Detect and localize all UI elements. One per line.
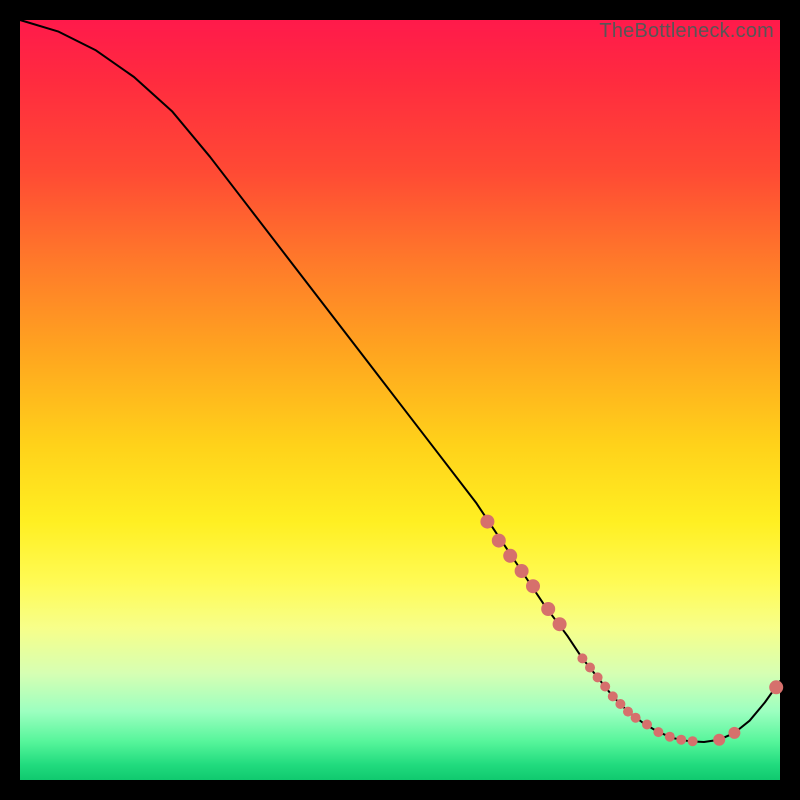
data-point [526, 579, 540, 593]
marker-group [480, 515, 783, 747]
data-point [631, 713, 641, 723]
plot-area: TheBottleneck.com [20, 20, 780, 780]
data-point [515, 564, 529, 578]
data-point [553, 617, 567, 631]
data-point [769, 680, 783, 694]
data-point [676, 735, 686, 745]
data-point [492, 534, 506, 548]
data-point [503, 549, 517, 563]
data-point [615, 699, 625, 709]
bottleneck-curve [20, 20, 780, 742]
data-point [480, 515, 494, 529]
data-point [728, 727, 740, 739]
data-point [665, 732, 675, 742]
data-point [713, 734, 725, 746]
data-point [688, 736, 698, 746]
data-point [593, 672, 603, 682]
data-point [642, 720, 652, 730]
data-point [608, 691, 618, 701]
data-point [653, 727, 663, 737]
curve-layer [20, 20, 780, 780]
data-point [585, 663, 595, 673]
chart-frame: TheBottleneck.com [0, 0, 800, 800]
data-point [600, 682, 610, 692]
data-point [577, 653, 587, 663]
data-point [541, 602, 555, 616]
